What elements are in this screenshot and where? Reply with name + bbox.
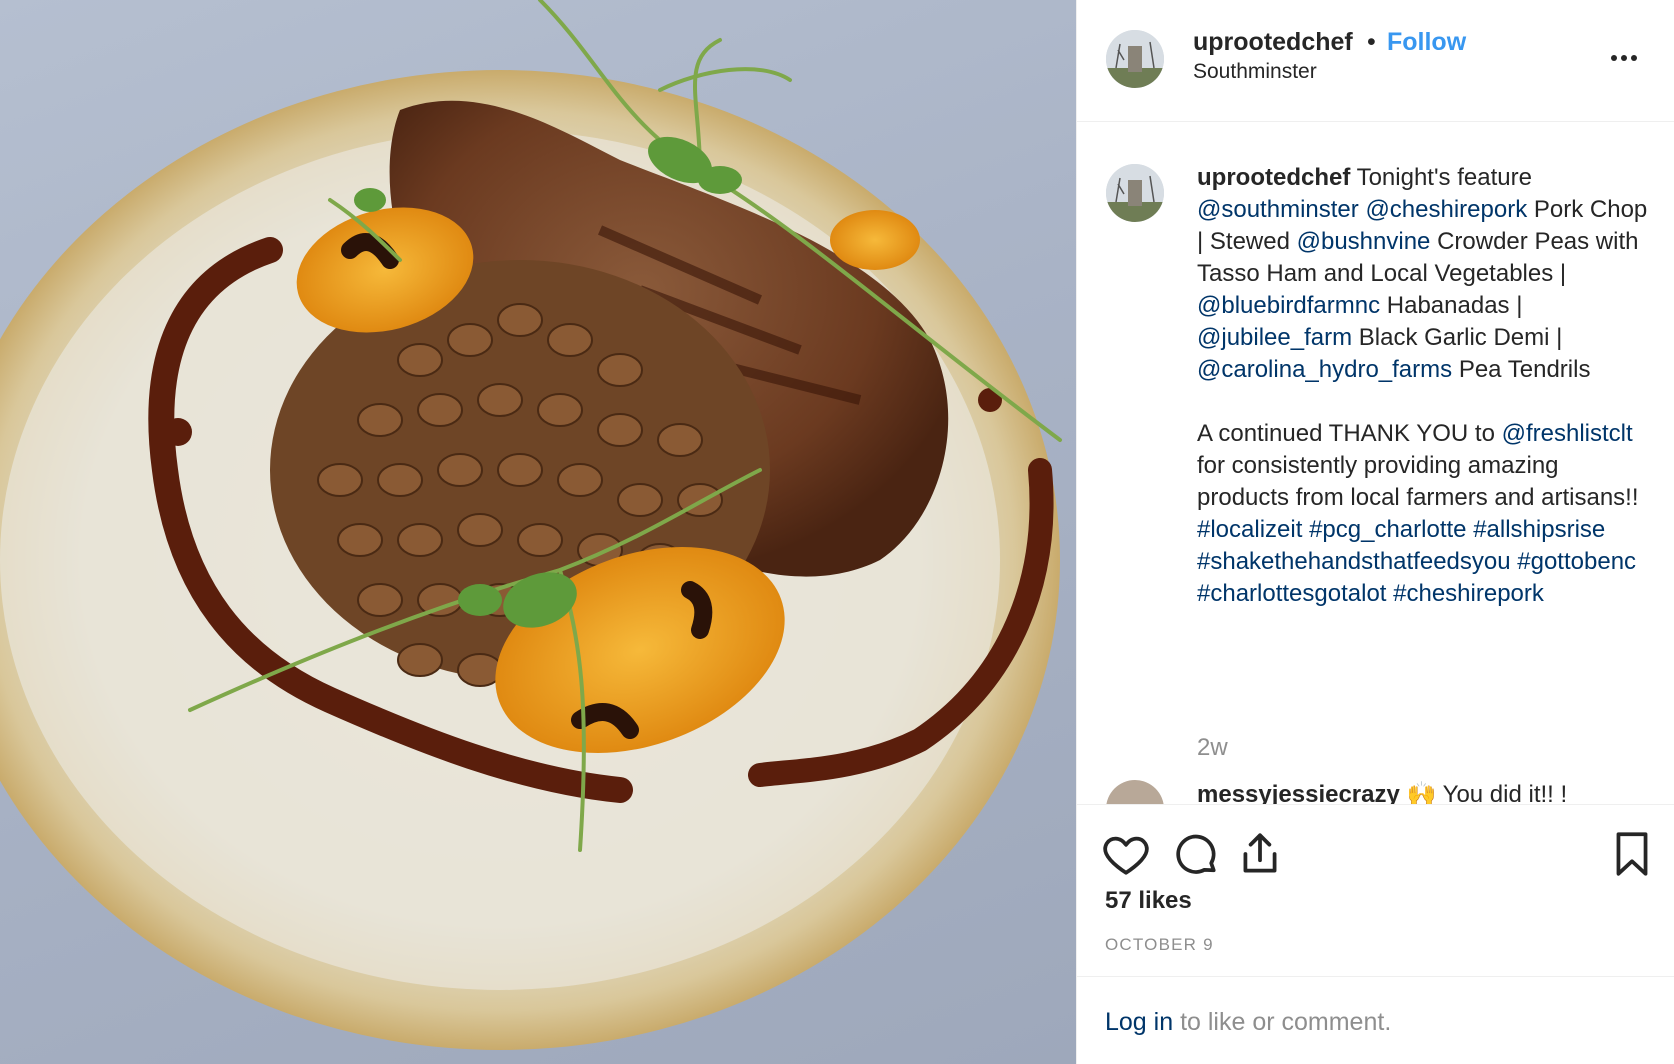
- hashtag-link[interactable]: #charlottesgotalot: [1197, 580, 1386, 607]
- share-icon: [1243, 833, 1277, 873]
- post-actions: 57 likes OCTOBER 9: [1077, 804, 1674, 976]
- caption-text: for consistently providing amazing produ…: [1197, 452, 1639, 511]
- hashtag-link[interactable]: #localizeit: [1197, 516, 1302, 543]
- more-options-button[interactable]: [1609, 44, 1649, 74]
- caption-username[interactable]: uprootedchef: [1197, 164, 1350, 191]
- mention-link[interactable]: @jubilee_farm: [1197, 324, 1352, 351]
- comment-item: messyjessiecrazy 🙌 You did it!! !: [1197, 780, 1567, 804]
- raising-hands-emoji: 🙌: [1406, 781, 1437, 804]
- hashtag-link[interactable]: #cheshirepork: [1393, 580, 1544, 607]
- header-separator: •: [1367, 28, 1376, 56]
- profile-picture-icon: [1106, 164, 1164, 222]
- post-photo[interactable]: [0, 0, 1076, 1064]
- caption-text: Tonight's feature: [1356, 164, 1532, 191]
- like-button[interactable]: [1101, 829, 1151, 879]
- mention-link[interactable]: @carolina_hydro_farms: [1197, 356, 1452, 383]
- post-caption: uprootedchef Tonight's feature @southmin…: [1197, 162, 1652, 610]
- mention-link[interactable]: @cheshirepork: [1365, 196, 1527, 223]
- comment-text: You did it!! !: [1442, 781, 1568, 804]
- post-date[interactable]: OCTOBER 9: [1105, 935, 1214, 955]
- caption-avatar[interactable]: [1106, 164, 1164, 222]
- bookmark-icon: [1616, 832, 1648, 876]
- location-link[interactable]: Southminster: [1193, 60, 1317, 84]
- comment-icon: [1176, 834, 1216, 874]
- comment-button[interactable]: [1171, 829, 1221, 879]
- hashtag-link[interactable]: #allshipsrise: [1473, 516, 1605, 543]
- follow-button[interactable]: Follow: [1387, 28, 1466, 57]
- more-horizontal-icon: [1611, 55, 1617, 61]
- post-detail-panel: uprootedchef • Follow Southminster uproo…: [1076, 0, 1674, 1064]
- heart-icon: [1103, 836, 1149, 875]
- caption-text: Black Garlic Demi |: [1358, 324, 1563, 351]
- header-username[interactable]: uprootedchef: [1193, 28, 1353, 57]
- login-prompt: Log in to like or comment.: [1077, 976, 1674, 1064]
- share-button[interactable]: [1235, 829, 1285, 879]
- post-header: uprootedchef • Follow Southminster: [1077, 0, 1674, 122]
- mention-link[interactable]: @bushnvine: [1297, 228, 1431, 255]
- hashtag-link[interactable]: #shakethehandsthatfeedsyou: [1197, 548, 1511, 575]
- mention-link[interactable]: @bluebirdfarmnc: [1197, 292, 1380, 319]
- login-link[interactable]: Log in: [1105, 1008, 1173, 1036]
- avatar[interactable]: [1106, 30, 1164, 88]
- hashtag-link[interactable]: #pcg_charlotte: [1309, 516, 1466, 543]
- time-ago[interactable]: 2w: [1197, 734, 1228, 762]
- likes-count[interactable]: 57 likes: [1105, 887, 1192, 915]
- login-prompt-text: to like or comment.: [1180, 1008, 1392, 1036]
- food-plate-image: [0, 0, 1062, 1050]
- caption-text: Pea Tendrils: [1458, 356, 1591, 383]
- commenter-avatar[interactable]: [1106, 780, 1164, 804]
- caption-text: A continued THANK YOU to: [1197, 420, 1495, 447]
- caption-text: Habanadas |: [1386, 292, 1523, 319]
- comments-section[interactable]: uprootedchef Tonight's feature @southmin…: [1077, 122, 1674, 804]
- save-button[interactable]: [1607, 829, 1657, 879]
- comment-username[interactable]: messyjessiecrazy: [1197, 781, 1400, 804]
- hashtag-link[interactable]: #gottobenc: [1517, 548, 1636, 575]
- mention-link[interactable]: @southminster: [1197, 196, 1359, 223]
- profile-picture-icon: [1106, 30, 1164, 88]
- mention-link[interactable]: @freshlistclt: [1502, 420, 1633, 447]
